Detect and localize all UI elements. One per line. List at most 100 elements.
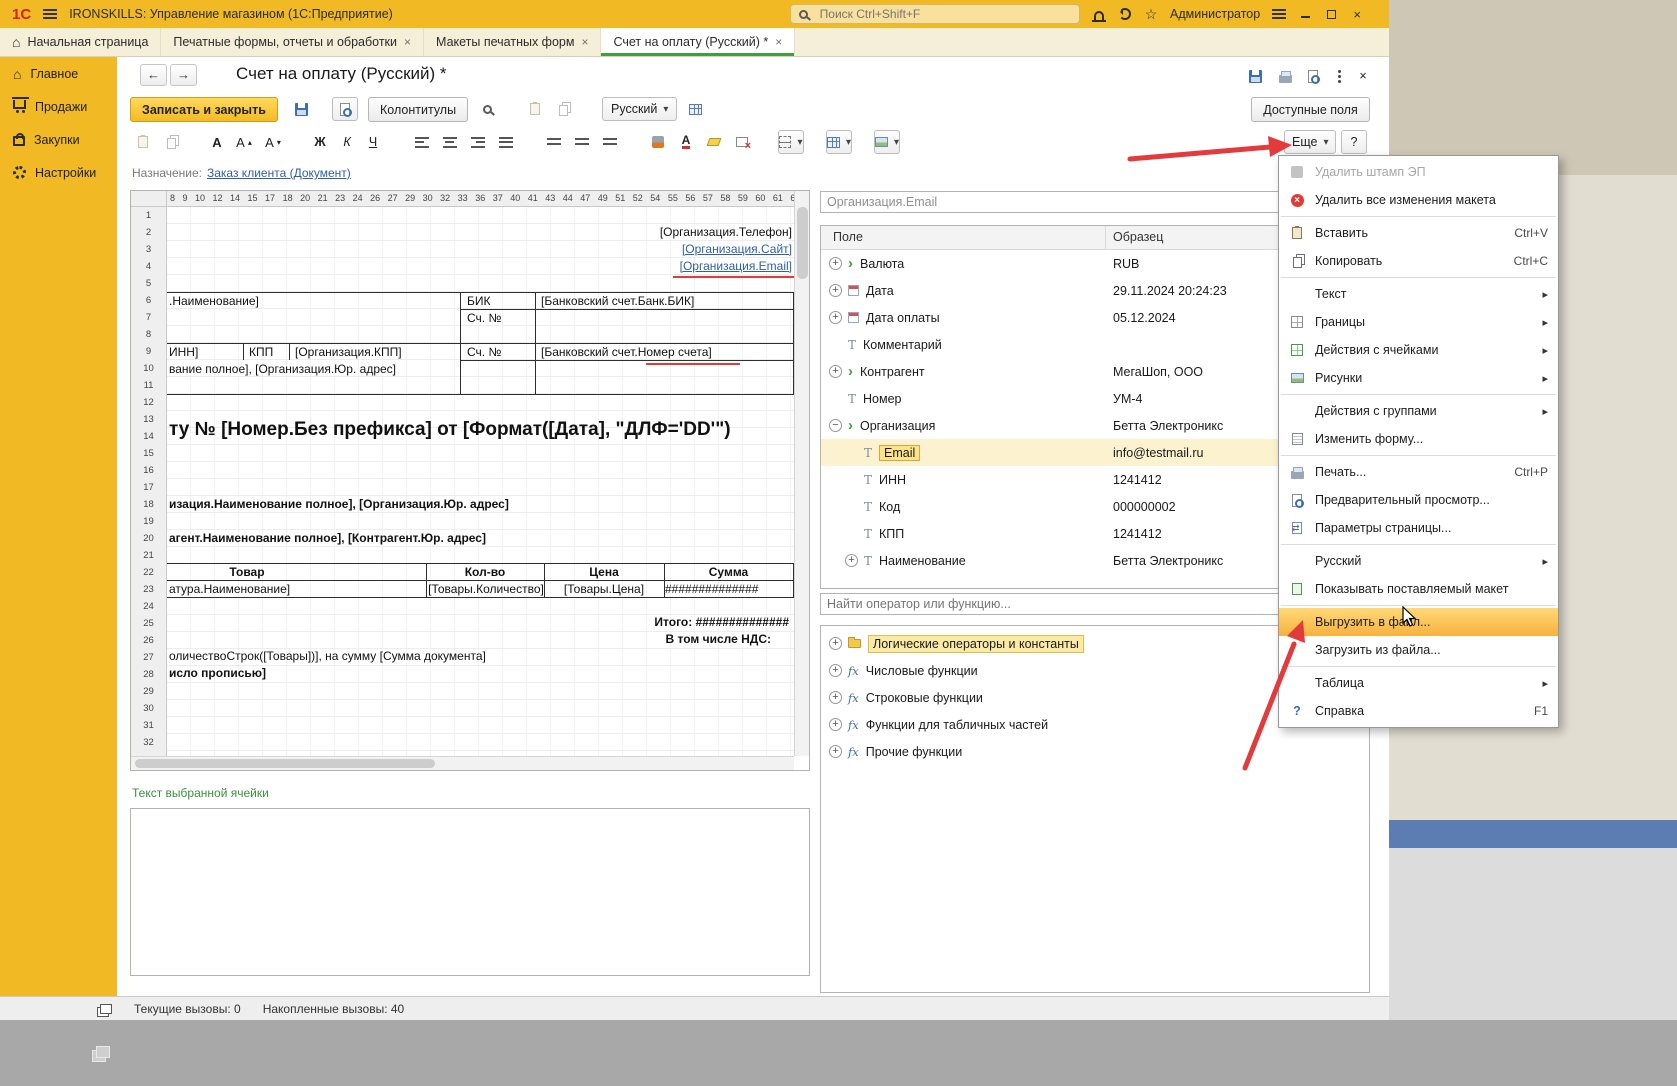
sidebar-item-sales[interactable]: Продажи: [0, 90, 117, 123]
help-button[interactable]: ?: [1341, 130, 1367, 154]
menu-item-cell-actions[interactable]: Действия с ячейками: [1279, 336, 1558, 364]
expand-icon[interactable]: +: [829, 664, 842, 677]
print-icon-button[interactable]: [1272, 64, 1298, 88]
cell-org-phone[interactable]: [Организация.Телефон]: [167, 224, 792, 241]
favorites-icon[interactable]: [1138, 0, 1164, 28]
menu-item-russian[interactable]: Русский: [1279, 547, 1558, 575]
font-color-button[interactable]: А: [673, 130, 699, 154]
notifications-icon[interactable]: [1086, 0, 1112, 28]
cell-amount-words[interactable]: исло прописью]: [169, 665, 266, 682]
cell-invoice-title[interactable]: ту № [Номер.Без префикса] от [Формат([Да…: [169, 418, 792, 442]
highlight-button[interactable]: [701, 130, 727, 154]
cell-row-product[interactable]: атура.Наименование]: [169, 581, 290, 598]
tab-home[interactable]: ⌂ Начальная страница: [0, 28, 161, 56]
align-center-button[interactable]: [437, 130, 463, 154]
assignment-link[interactable]: Заказ клиента (Документ): [207, 166, 351, 180]
font-decrease-button[interactable]: А▾: [260, 130, 286, 154]
cell-th-sum[interactable]: Сумма: [664, 564, 793, 581]
cell-row-sum[interactable]: ##############: [665, 581, 793, 598]
cell-account-label[interactable]: Сч. №: [467, 310, 501, 327]
copy-button[interactable]: [158, 130, 184, 154]
expand-icon[interactable]: +: [829, 637, 842, 650]
expand-icon[interactable]: +: [845, 554, 858, 567]
cell-org-address[interactable]: вание полное], [Организация.Юр. адрес]: [169, 361, 396, 378]
search-input[interactable]: [818, 6, 1071, 22]
sheet-corner[interactable]: [131, 191, 167, 207]
menu-item-borders[interactable]: Границы: [1279, 308, 1558, 336]
menu-item-page-setup[interactable]: Параметры страницы...: [1279, 514, 1558, 542]
main-menu-icon[interactable]: [43, 9, 57, 19]
cell-vat[interactable]: В том числе НДС:: [167, 631, 771, 648]
valign-top-button[interactable]: [541, 130, 567, 154]
expand-icon[interactable]: +: [829, 311, 842, 324]
menu-item-group-actions[interactable]: Действия с группами: [1279, 397, 1558, 425]
history-icon[interactable]: [1112, 0, 1138, 28]
scrollbar-thumb[interactable]: [135, 759, 435, 768]
tab-print-forms[interactable]: Печатные формы, отчеты и обработки ×: [161, 28, 424, 56]
expand-icon[interactable]: +: [829, 365, 842, 378]
cell-bank-name[interactable]: .Наименование]: [169, 293, 259, 310]
tab-close-icon[interactable]: ×: [775, 35, 782, 49]
underline-button[interactable]: Ч: [360, 130, 386, 154]
tab-close-icon[interactable]: ×: [581, 35, 588, 49]
align-justify-button[interactable]: [493, 130, 519, 154]
table-dropdown[interactable]: [826, 130, 852, 154]
cell-bik-label[interactable]: БИК: [467, 293, 491, 310]
cell-count-sum[interactable]: оличествоСтрок([Товары])], на сумму [Сум…: [169, 648, 486, 665]
cell-org-site[interactable]: [Организация.Сайт]: [167, 241, 792, 258]
sidebar-item-settings[interactable]: Настройки: [0, 156, 117, 189]
expand-icon[interactable]: +: [829, 718, 842, 731]
sheet-content[interactable]: [Организация.Телефон] [Организация.Сайт]…: [167, 207, 794, 756]
clear-format-button[interactable]: [729, 130, 755, 154]
cell-total[interactable]: Итого: ##############: [167, 614, 789, 631]
more-dots-button[interactable]: [1326, 64, 1352, 88]
font-increase-button[interactable]: А▴: [231, 130, 257, 154]
user-name[interactable]: Администратор: [1170, 7, 1260, 21]
valign-bottom-button[interactable]: [597, 130, 623, 154]
menu-item-table[interactable]: Таблица: [1279, 669, 1558, 697]
sidebar-item-main[interactable]: ⌂ Главное: [0, 57, 117, 90]
save-icon-button[interactable]: [1242, 64, 1268, 88]
valign-center-button[interactable]: [569, 130, 595, 154]
expand-icon[interactable]: +: [829, 284, 842, 297]
menu-item-print[interactable]: Печать... Ctrl+P: [1279, 458, 1558, 486]
menu-item-edit-form[interactable]: Изменить форму...: [1279, 425, 1558, 453]
menu-item-copy[interactable]: Копировать Ctrl+C: [1279, 247, 1558, 275]
borders-dropdown[interactable]: [778, 130, 804, 154]
save-and-close-button[interactable]: Записать и закрыть: [130, 97, 278, 122]
sidebar-item-purchases[interactable]: Закупки: [0, 123, 117, 156]
menu-item-export-to-file[interactable]: Выгрузить в файл...: [1279, 608, 1558, 636]
selected-cell-text-area[interactable]: [130, 808, 810, 976]
menu-item-pictures[interactable]: Рисунки: [1279, 364, 1558, 392]
copy-special-button[interactable]: [550, 97, 576, 121]
menu-item-paste[interactable]: Вставить Ctrl+V: [1279, 219, 1558, 247]
cell-bik-value[interactable]: [Банковский счет.Банк.БИК]: [541, 293, 694, 310]
cell-th-qty[interactable]: Кол-во: [426, 564, 544, 581]
available-fields-button[interactable]: Доступные поля: [1251, 97, 1370, 122]
cell-contractor-fullname[interactable]: агент.Наименование полное], [Контрагент.…: [169, 530, 486, 547]
column-header[interactable]: 8 9 10 12 14 15 17 18 20 21 23 24 26 27 …: [167, 191, 794, 207]
global-search[interactable]: [790, 4, 1080, 24]
menu-item-import-from-file[interactable]: Загрузить из файла...: [1279, 636, 1558, 664]
preview-icon-button[interactable]: [1300, 64, 1326, 88]
row-header[interactable]: 1 2 3 4 5 6 7 8 9 10 11 12 13 14 15 16 1…: [131, 207, 167, 756]
cell-row-qty[interactable]: [Товары.Количество]: [428, 581, 544, 598]
align-left-button[interactable]: [409, 130, 435, 154]
forward-button[interactable]: →: [170, 64, 197, 86]
scrollbar-thumb[interactable]: [797, 207, 808, 279]
tab-close-icon[interactable]: ×: [404, 35, 411, 49]
picture-dropdown[interactable]: [874, 130, 900, 154]
menu-item-discard-layout-changes[interactable]: Удалить все изменения макета: [1279, 186, 1558, 214]
cell-th-product[interactable]: Товар: [167, 564, 327, 581]
close-window-button[interactable]: ×: [1344, 0, 1370, 28]
expand-icon[interactable]: +: [829, 745, 842, 758]
taskbar-windows-icon[interactable]: [96, 1046, 110, 1058]
menu-item-text[interactable]: Текст: [1279, 280, 1558, 308]
service-menu-icon[interactable]: [1266, 0, 1292, 28]
function-group-other[interactable]: + Прочие функции: [821, 738, 1369, 765]
expand-icon[interactable]: +: [829, 257, 842, 270]
minimize-button[interactable]: [1292, 0, 1318, 28]
more-button[interactable]: Еще: [1284, 130, 1336, 154]
maximize-button[interactable]: [1318, 0, 1344, 28]
cell-inn[interactable]: ИНН]: [169, 344, 198, 361]
